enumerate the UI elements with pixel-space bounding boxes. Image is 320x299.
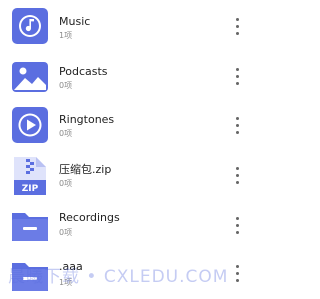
item-count: 1项	[59, 31, 73, 40]
list-item[interactable]: Ringtones 0项	[0, 101, 255, 150]
image-landscape-icon	[11, 57, 49, 95]
item-count: 0项	[59, 179, 73, 188]
folder-icon	[11, 207, 49, 245]
music-note-icon	[11, 7, 49, 45]
list-item[interactable]: Podcasts 0项	[0, 52, 255, 101]
item-title: .aaa	[59, 260, 83, 273]
more-options-icon[interactable]	[230, 17, 244, 37]
item-count: 0项	[59, 228, 73, 237]
item-title: 压缩包.zip	[59, 163, 112, 176]
item-title: Recordings	[59, 211, 120, 224]
svg-text:ZIP: ZIP	[22, 184, 39, 194]
item-title: Music	[59, 15, 91, 28]
more-options-icon[interactable]	[230, 166, 244, 186]
item-count: 0项	[59, 81, 73, 90]
list-item[interactable]: Music 1项	[0, 3, 255, 52]
more-options-icon[interactable]	[230, 116, 244, 136]
more-options-icon[interactable]	[230, 216, 244, 236]
item-count: 1项	[59, 278, 73, 287]
folder-icon	[11, 257, 49, 295]
list-item[interactable]: Recordings 0项	[0, 200, 255, 249]
list-item[interactable]: .aaa 1项	[0, 249, 255, 298]
item-title: Ringtones	[59, 113, 115, 126]
more-options-icon[interactable]	[230, 67, 244, 87]
list-item[interactable]: ZIP 压缩包.zip 0项	[0, 150, 255, 199]
zip-file-icon: ZIP	[11, 156, 49, 195]
play-circle-icon	[11, 106, 49, 144]
item-title: Podcasts	[59, 65, 108, 78]
item-count: 0项	[59, 129, 73, 138]
more-options-icon[interactable]	[230, 264, 244, 284]
